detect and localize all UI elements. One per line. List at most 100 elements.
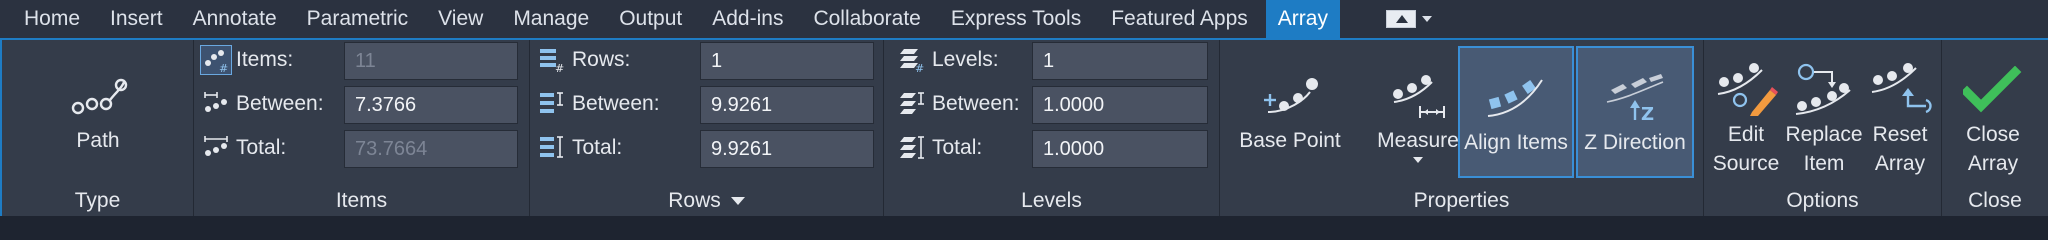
panel-title-properties: Properties — [1413, 189, 1510, 212]
reset-array-button[interactable]: Reset Array — [1864, 40, 1936, 180]
rows-total-icon — [536, 133, 568, 163]
items-total-label: Total: — [236, 136, 287, 159]
levels-between-field[interactable]: 1.0000 — [1032, 86, 1208, 124]
tab-express-tools[interactable]: Express Tools — [939, 0, 1093, 38]
levels-between-icon — [896, 89, 928, 119]
reset-array-line-1: Reset — [1872, 123, 1928, 146]
chevron-down-icon — [730, 197, 745, 206]
rows-total-row: Total: — [536, 128, 622, 168]
align-items-button[interactable]: Align Items — [1458, 46, 1574, 178]
levels-between-label: Between: — [932, 92, 1020, 115]
tab-featured-apps[interactable]: Featured Apps — [1099, 0, 1260, 38]
rows-label: Rows: — [572, 48, 631, 71]
base-point-label: Base Point — [1239, 129, 1341, 152]
path-button: Path — [42, 40, 154, 180]
panel-items: # Items: 11 Between: 7.3766 Total: 73.76… — [194, 40, 530, 216]
close-array-line-1: Close — [1966, 123, 2020, 146]
panel-close: Close Array Close — [1942, 40, 2048, 216]
reset-array-icon — [1864, 40, 1936, 116]
svg-text:#: # — [219, 62, 228, 73]
close-array-button[interactable]: Close Array — [1952, 40, 2034, 180]
levels-label: Levels: — [932, 48, 999, 71]
levels-total-label: Total: — [932, 136, 983, 159]
rows-between-field[interactable]: 9.9261 — [700, 86, 874, 124]
z-direction-icon: Z — [1578, 48, 1692, 122]
tab-parametric[interactable]: Parametric — [295, 0, 421, 38]
levels-total-row: Total: — [896, 128, 982, 168]
tab-manage[interactable]: Manage — [501, 0, 601, 38]
base-point-button[interactable]: Base Point — [1228, 40, 1352, 180]
items-between-label: Between: — [236, 92, 324, 115]
tab-collaborate[interactable]: Collaborate — [801, 0, 932, 38]
checkmark-icon — [1952, 40, 2034, 116]
close-array-label: Close Array — [1966, 120, 2020, 178]
panel-title-close: Close — [1968, 189, 2022, 212]
edit-source-button[interactable]: Edit Source — [1710, 40, 1782, 180]
levels-between-row: Between: — [896, 84, 1020, 124]
panel-title-levels: Levels — [1021, 189, 1082, 212]
panel-title-type: Type — [74, 189, 121, 212]
chevron-down-icon — [1413, 157, 1423, 163]
rows-title-text: Rows — [668, 189, 721, 212]
items-total-icon — [200, 133, 232, 163]
panel-title-rows[interactable]: Rows — [530, 186, 883, 216]
levels-total-field[interactable]: 1.0000 — [1032, 130, 1208, 168]
items-row: # Items: — [200, 40, 293, 80]
levels-row: # Levels: — [896, 40, 999, 80]
path-label: Path — [76, 129, 120, 152]
align-items-label: Align Items — [1464, 131, 1568, 154]
reset-array-line-2: Array — [1874, 152, 1926, 175]
svg-text:Z: Z — [1641, 104, 1654, 122]
rows-between-icon — [536, 89, 568, 119]
chevron-down-icon — [1421, 16, 1432, 22]
rows-row: # Rows: — [536, 40, 630, 80]
replace-item-icon — [1786, 40, 1862, 116]
levels-count-icon: # — [896, 45, 928, 75]
tab-array[interactable]: Array — [1265, 0, 1340, 38]
rows-total-label: Total: — [572, 136, 623, 159]
ribbon-tab-bar: Home Insert Annotate Parametric View Man… — [0, 0, 2048, 38]
items-between-icon — [200, 89, 232, 119]
tab-view[interactable]: View — [426, 0, 495, 38]
items-total-field[interactable]: 73.7664 — [344, 130, 518, 168]
rows-total-field[interactable]: 9.9261 — [700, 130, 874, 168]
panel-rows: # Rows: 1 Between: 9.9261 Total: 9.9261 … — [530, 40, 884, 216]
reset-array-label: Reset Array — [1873, 120, 1928, 178]
replace-item-line-2: Item — [1803, 152, 1845, 175]
edit-source-label: Edit Source — [1713, 120, 1780, 178]
rows-count-field[interactable]: 1 — [700, 42, 874, 80]
items-label: Items: — [236, 48, 294, 71]
items-count-icon: # — [200, 45, 232, 75]
replace-item-line-1: Replace — [1785, 123, 1863, 146]
measure-label: Measure — [1377, 129, 1459, 152]
svg-text:#: # — [555, 62, 564, 73]
base-point-icon — [1228, 40, 1352, 120]
tab-annotate[interactable]: Annotate — [181, 0, 289, 38]
items-count-field[interactable]: 11 — [344, 42, 518, 80]
z-direction-button[interactable]: Z Z Direction — [1576, 46, 1694, 178]
panel-properties: Base Point Measure Align Items Z Z Direc… — [1220, 40, 1704, 216]
replace-item-button[interactable]: Replace Item — [1785, 40, 1863, 180]
tab-output[interactable]: Output — [607, 0, 694, 38]
items-between-field[interactable]: 7.3766 — [344, 86, 518, 124]
rows-between-row: Between: — [536, 84, 660, 124]
path-array-icon — [42, 40, 154, 120]
z-direction-label: Z Direction — [1584, 131, 1686, 154]
rows-count-icon: # — [536, 45, 568, 75]
items-total-row: Total: — [200, 128, 286, 168]
edit-source-icon — [1710, 40, 1782, 116]
panel-type: Path Type — [2, 40, 194, 216]
panel-title-options: Options — [1786, 189, 1859, 212]
tab-add-ins[interactable]: Add-ins — [700, 0, 795, 38]
levels-count-field[interactable]: 1 — [1032, 42, 1208, 80]
panel-title-items: Items — [335, 189, 388, 212]
items-between-row: Between: — [200, 84, 324, 124]
ribbon-display-toggle[interactable] — [1376, 0, 1442, 38]
panel-levels: # Levels: 1 Between: 1.0000 Total: 1.000… — [884, 40, 1220, 216]
tab-insert[interactable]: Insert — [98, 0, 175, 38]
levels-total-icon — [896, 133, 928, 163]
svg-text:#: # — [915, 62, 924, 73]
panel-options: Edit Source Replace Item Reset Array Opt… — [1704, 40, 1942, 216]
edit-source-line-1: Edit — [1727, 123, 1765, 146]
tab-home[interactable]: Home — [0, 0, 92, 38]
